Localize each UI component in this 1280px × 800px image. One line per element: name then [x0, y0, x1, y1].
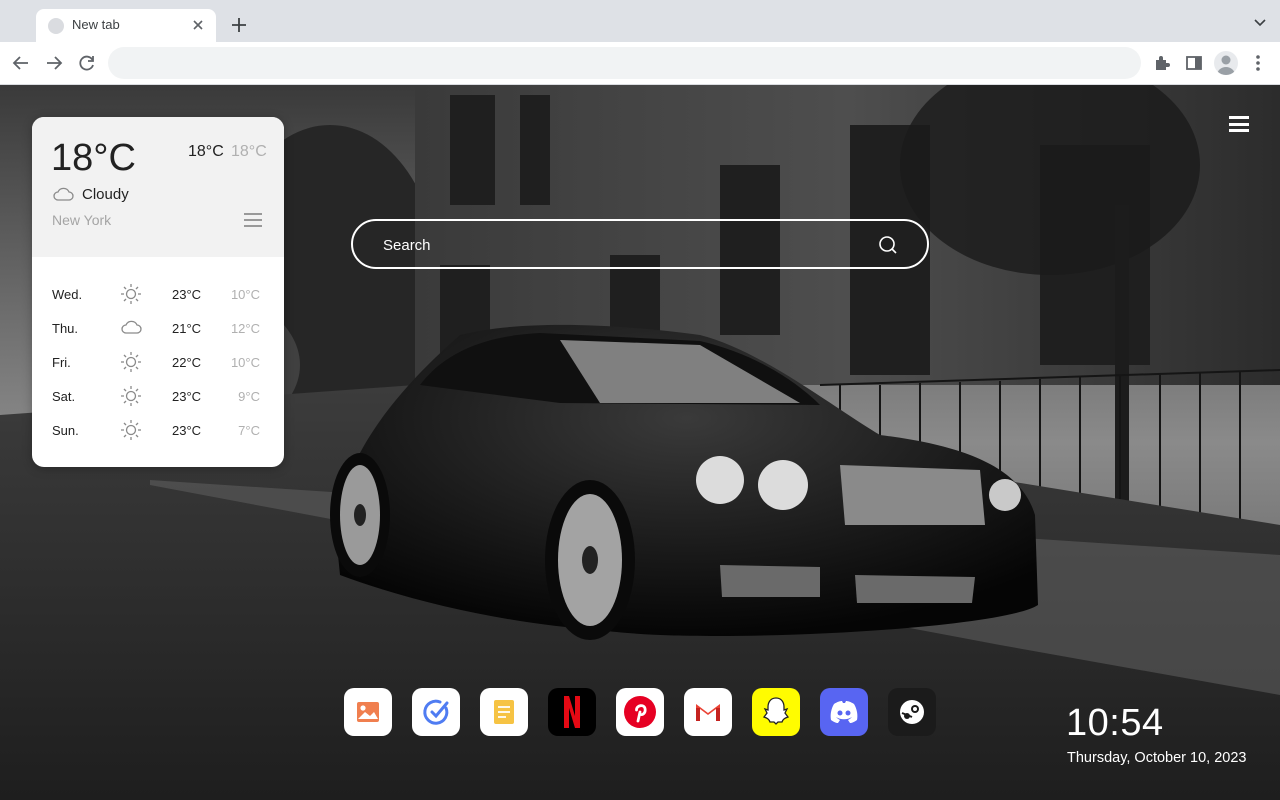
weather-menu-icon[interactable] — [244, 213, 262, 229]
search-input[interactable] — [383, 233, 863, 257]
sun-icon — [120, 283, 142, 305]
netflix-icon — [548, 688, 596, 736]
forecast-high: 22°C — [172, 355, 202, 370]
back-button[interactable] — [10, 52, 32, 74]
reload-button[interactable] — [76, 52, 98, 74]
note-icon — [480, 688, 528, 736]
sun-icon — [120, 419, 142, 441]
forecast-day: Sun. — [52, 423, 79, 438]
weather-forecast-list: Wed. 23°C 10°C Thu. 21°C 12°C Fri. 22°C … — [32, 277, 284, 447]
forecast-day: Thu. — [52, 321, 79, 336]
forecast-row: Sun. 23°C 7°C — [32, 413, 284, 447]
weather-city: New York — [52, 212, 112, 228]
tab-close-icon[interactable] — [190, 17, 206, 33]
cloud-icon — [52, 185, 74, 203]
check-icon — [412, 688, 460, 736]
forecast-row: Thu. 21°C 12°C — [32, 311, 284, 345]
search-icon[interactable] — [877, 234, 899, 256]
forecast-low: 10°C — [230, 287, 260, 302]
tab-title: New tab — [72, 17, 120, 32]
side-panel-icon[interactable] — [1183, 52, 1205, 74]
forecast-low: 7°C — [238, 423, 260, 438]
new-tab-page: 18°C 18°C 18°C Cloudy New York Wed. 23°C… — [0, 85, 1280, 800]
forecast-row: Fri. 22°C 10°C — [32, 345, 284, 379]
app-photos[interactable] — [344, 688, 392, 736]
today-low-temperature: 18°C — [231, 143, 267, 160]
clock-time: 10:54 — [1066, 702, 1164, 744]
gmail-icon — [684, 688, 732, 736]
forecast-row: Wed. 23°C 10°C — [32, 277, 284, 311]
forecast-low: 10°C — [230, 355, 260, 370]
image-icon — [344, 688, 392, 736]
weather-current: 18°C 18°C 18°C Cloudy New York — [32, 117, 284, 257]
extensions-puzzle-icon[interactable] — [1151, 52, 1173, 74]
tab-favicon-icon — [48, 18, 64, 34]
forecast-high: 23°C — [172, 423, 202, 438]
search-box[interactable] — [351, 219, 929, 269]
forecast-high: 21°C — [172, 321, 202, 336]
tab-search-chevron-icon[interactable] — [1252, 14, 1268, 30]
app-netflix[interactable] — [548, 688, 596, 736]
profile-avatar[interactable] — [1214, 51, 1238, 75]
new-tab-button[interactable] — [226, 12, 252, 38]
address-bar[interactable] — [108, 47, 1141, 79]
cloud-icon — [120, 317, 142, 339]
clock-date: Thursday, October 10, 2023 — [1067, 750, 1247, 766]
page-menu-hamburger-icon[interactable] — [1229, 116, 1249, 132]
app-gmail[interactable] — [684, 688, 732, 736]
snapchat-icon — [752, 688, 800, 736]
forecast-row: Sat. 23°C 9°C — [32, 379, 284, 413]
browser-menu-kebab-icon[interactable] — [1247, 52, 1269, 74]
app-steam[interactable] — [888, 688, 936, 736]
app-notes[interactable] — [480, 688, 528, 736]
sun-icon — [120, 351, 142, 373]
app-snapchat[interactable] — [752, 688, 800, 736]
today-high-temperature: 18°C — [188, 143, 224, 160]
forecast-high: 23°C — [172, 287, 202, 302]
forecast-high: 23°C — [172, 389, 202, 404]
forecast-day: Wed. — [52, 287, 83, 302]
app-tasks[interactable] — [412, 688, 460, 736]
sun-icon — [120, 385, 142, 407]
app-pinterest[interactable] — [616, 688, 664, 736]
forecast-low: 12°C — [230, 321, 260, 336]
forecast-low: 9°C — [238, 389, 260, 404]
forward-button[interactable] — [43, 52, 65, 74]
forecast-day: Sat. — [52, 389, 76, 404]
weather-condition: Cloudy — [82, 186, 129, 203]
steam-icon — [888, 688, 936, 736]
tab-new-tab[interactable]: New tab — [36, 9, 216, 42]
weather-widget[interactable]: 18°C 18°C 18°C Cloudy New York Wed. 23°C… — [32, 117, 284, 467]
pinterest-icon — [616, 688, 664, 736]
discord-icon — [820, 688, 868, 736]
tab-strip: New tab — [0, 0, 1280, 42]
app-discord[interactable] — [820, 688, 868, 736]
current-temperature: 18°C — [51, 137, 136, 179]
browser-toolbar — [0, 42, 1280, 85]
forecast-day: Fri. — [52, 355, 71, 370]
